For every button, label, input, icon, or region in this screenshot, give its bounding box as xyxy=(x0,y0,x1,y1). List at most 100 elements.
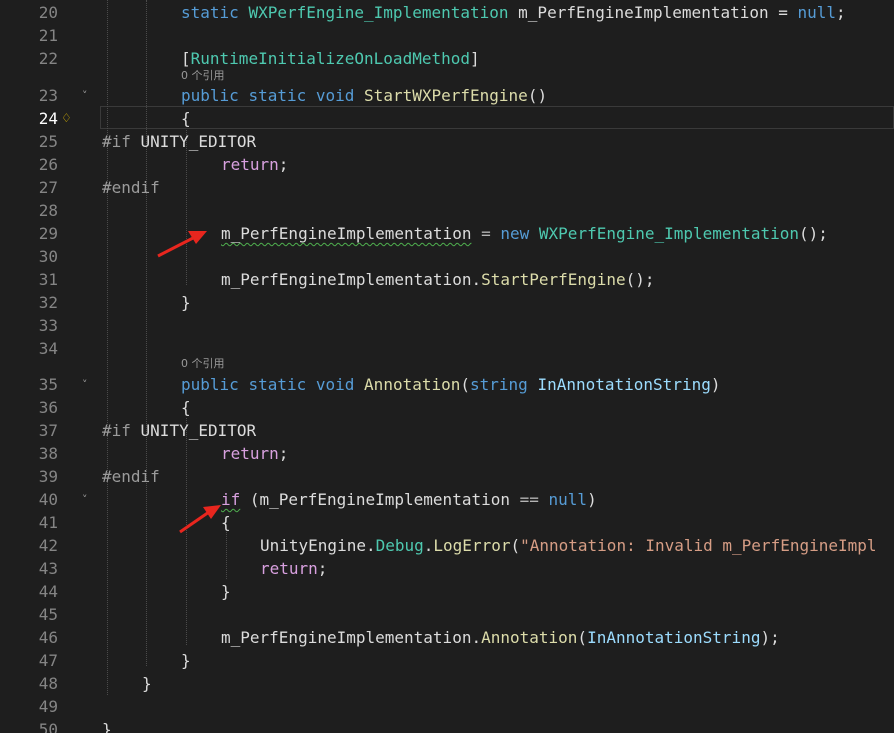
code-line[interactable]: 39 #endif xyxy=(0,465,894,488)
line-number: 28 xyxy=(38,201,58,220)
code-line[interactable]: 36 { xyxy=(0,396,894,419)
line-number: 31 xyxy=(38,270,58,289)
code-line[interactable]: 40 ˅ if (m_PerfEngineImplementation == nul… xyxy=(0,488,894,511)
code-token: . xyxy=(423,536,434,555)
code-token: public xyxy=(181,86,239,105)
code-editor[interactable]: 20 static WXPerfEngine_Implementation m_P… xyxy=(0,0,894,733)
code-lens-references[interactable]: 0 个引用 xyxy=(181,357,225,371)
line-number: 44 xyxy=(38,582,58,601)
chevron-down-icon[interactable]: ˅ xyxy=(82,84,88,107)
chevron-down-icon[interactable]: ˅ xyxy=(82,373,88,396)
lightbulb-icon[interactable]: ♢ xyxy=(61,107,72,130)
line-number: 42 xyxy=(38,536,58,555)
code-line[interactable]: 22 [RuntimeInitializeOnLoadMethod] xyxy=(0,47,894,70)
code-line[interactable]: 23 ˅ public static void StartWXPerfEngine(… xyxy=(0,84,894,107)
line-number: 43 xyxy=(38,559,58,578)
code-token: } xyxy=(181,651,191,670)
code-line[interactable]: 37 #if UNITY_EDITOR xyxy=(0,419,894,442)
chevron-down-icon[interactable]: ˅ xyxy=(82,488,88,511)
line-number: 30 xyxy=(38,247,58,266)
code-token: Annotation xyxy=(364,375,461,394)
code-line[interactable]: 42 UnityEngine.Debug.LogError("Annotation… xyxy=(0,534,894,557)
code-token: #endif xyxy=(102,178,160,197)
code-token: ; xyxy=(317,559,328,578)
code-token: { xyxy=(181,109,191,128)
code-line[interactable]: 20 static WXPerfEngine_Implementation m_P… xyxy=(0,1,894,24)
code-line[interactable]: 21 xyxy=(0,24,894,47)
code-token: return xyxy=(260,559,318,578)
code-token: null xyxy=(797,3,837,22)
code-token: ] xyxy=(470,49,480,68)
code-token: UNITY_EDITOR xyxy=(130,421,257,440)
code-text: [RuntimeInitializeOnLoadMethod] xyxy=(181,47,480,70)
code-line[interactable]: 47} xyxy=(0,649,894,672)
code-token: #if xyxy=(102,132,131,151)
code-token: StartWXPerfEngine xyxy=(364,86,528,105)
code-line[interactable]: 44} xyxy=(0,580,894,603)
code-line[interactable]: 43 return; xyxy=(0,557,894,580)
code-line[interactable]: 48} xyxy=(0,672,894,695)
code-line[interactable]: 25 #if UNITY_EDITOR xyxy=(0,130,894,153)
line-number: 33 xyxy=(38,316,58,335)
code-text: if (m_PerfEngineImplementation == null) xyxy=(221,488,597,511)
code-token: m_PerfEngineImplementation xyxy=(221,224,472,243)
code-text: } xyxy=(181,649,191,672)
code-line[interactable]: 49 xyxy=(0,695,894,718)
code-text: #if UNITY_EDITOR xyxy=(102,130,256,153)
code-token: UNITY_EDITOR xyxy=(130,132,257,151)
code-token: WXPerfEngine_Implementation xyxy=(538,224,799,243)
code-token: [ xyxy=(181,49,191,68)
code-token: new xyxy=(500,224,530,243)
line-number: 27 xyxy=(38,178,58,197)
code-line[interactable]: 26 return; xyxy=(0,153,894,176)
code-line[interactable]: 30 xyxy=(0,245,894,268)
line-number: 24 xyxy=(38,109,58,128)
code-token: void xyxy=(315,375,355,394)
code-text: #if UNITY_EDITOR xyxy=(102,419,256,442)
code-token: } xyxy=(181,293,191,312)
code-token: return xyxy=(221,444,279,463)
code-token: InAnnotationString xyxy=(587,628,761,647)
line-number: 45 xyxy=(38,605,58,624)
line-number: 40 xyxy=(38,490,58,509)
code-line[interactable]: 27 #endif xyxy=(0,176,894,199)
code-line[interactable]: 46 m_PerfEngineImplementation.Annotation(… xyxy=(0,626,894,649)
code-lens-references[interactable]: 0 个引用 xyxy=(181,69,225,83)
code-token: #endif xyxy=(102,467,160,486)
code-text: } xyxy=(181,291,191,314)
code-text: return; xyxy=(221,442,288,465)
code-text: { xyxy=(181,107,191,130)
line-number: 37 xyxy=(38,421,58,440)
code-token: (m_PerfEngineImplementation xyxy=(240,490,520,509)
code-token: StartPerfEngine xyxy=(481,270,626,289)
code-line[interactable]: 50} xyxy=(0,718,894,733)
code-token: "Annotation: Invalid m_PerfEngineImpl xyxy=(520,536,877,555)
code-token: ); xyxy=(760,628,780,647)
code-token: LogError xyxy=(433,536,511,555)
code-token: void xyxy=(315,86,355,105)
line-number: 39 xyxy=(38,467,58,486)
code-line[interactable]: 24 ♢ { xyxy=(0,107,894,130)
code-line[interactable]: 41{ xyxy=(0,511,894,534)
code-line[interactable]: 35 ˅ public static void Annotation(string … xyxy=(0,373,894,396)
code-token: return xyxy=(221,155,279,174)
code-line[interactable]: 33 xyxy=(0,314,894,337)
code-line[interactable]: 34 xyxy=(0,337,894,360)
code-line[interactable]: 28 xyxy=(0,199,894,222)
code-line[interactable]: 31 m_PerfEngineImplementation.StartPerfEn… xyxy=(0,268,894,291)
code-text: return; xyxy=(260,557,327,580)
red-arrow-icon xyxy=(179,505,221,534)
code-line[interactable]: 38 return; xyxy=(0,442,894,465)
code-token: ; xyxy=(278,155,289,174)
code-line[interactable]: 45 xyxy=(0,603,894,626)
code-line[interactable]: 32} xyxy=(0,291,894,314)
code-token: ( xyxy=(460,375,471,394)
code-text: public static void Annotation(string InA… xyxy=(181,373,720,396)
code-line[interactable]: 29 m_PerfEngineImplementation = new WXPer… xyxy=(0,222,894,245)
